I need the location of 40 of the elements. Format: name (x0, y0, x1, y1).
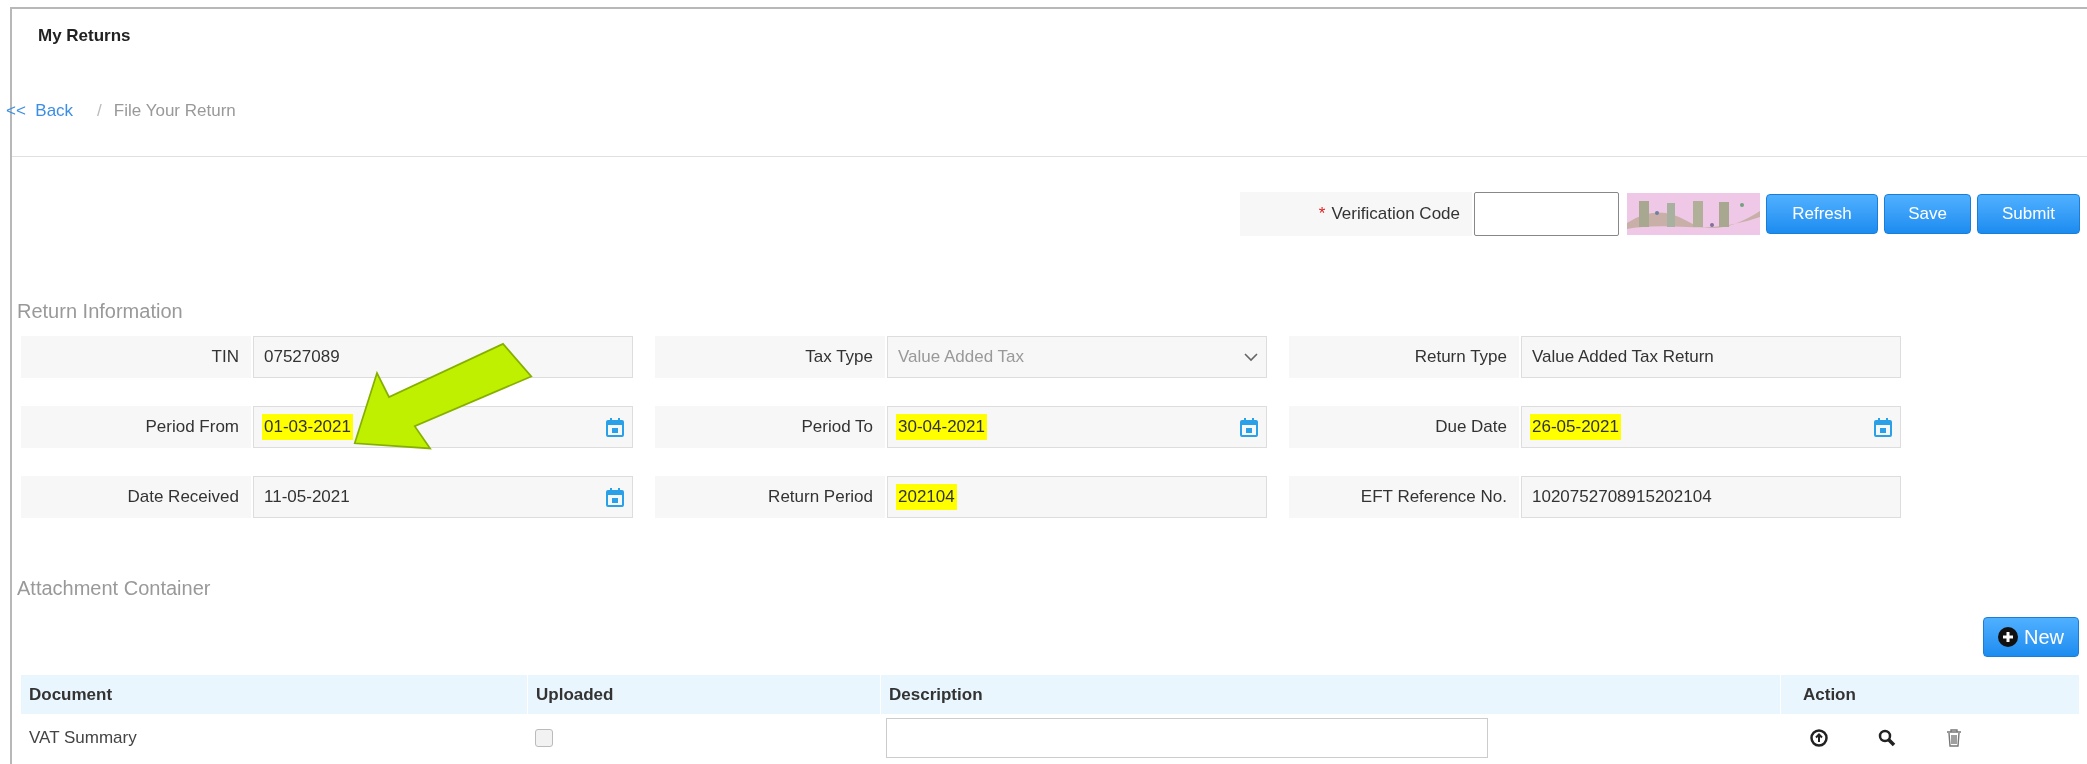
column-header: Description (880, 675, 1780, 714)
date-field[interactable]: 30-04-2021 (887, 406, 1267, 448)
input-field[interactable]: 202104 (887, 476, 1267, 518)
field-label: Return Period (655, 476, 885, 518)
back-link[interactable]: << Back (6, 97, 74, 124)
field-label: Period From (21, 406, 251, 448)
column-header: Action (1780, 675, 2079, 714)
field-label: Tax Type (655, 336, 885, 378)
calendar-icon (606, 487, 624, 507)
chevron-down-icon (1244, 352, 1258, 362)
input-field[interactable]: Value Added Tax Return (1521, 336, 1901, 378)
table-cell-text: VAT Summary (28, 727, 138, 750)
page-title: My Returns (38, 26, 131, 45)
trash-icon[interactable] (1946, 729, 1962, 747)
field-label: Period To (655, 406, 885, 448)
field-label: TIN (21, 336, 251, 378)
field-label: Verification Code (1331, 203, 1460, 226)
calendar-icon (1874, 417, 1892, 437)
required-mark: * (1318, 203, 1326, 226)
upload-icon[interactable] (1810, 729, 1828, 747)
input-field[interactable]: 1020752708915202104 (1521, 476, 1901, 518)
calendar-icon (606, 417, 624, 437)
field-label: Date Received (21, 476, 251, 518)
section-title: Return Information (17, 300, 183, 322)
column-header: Document (28, 683, 114, 706)
description-field[interactable] (886, 718, 1488, 758)
plus-circle-icon (1998, 627, 2018, 647)
field-label: EFT Reference No. (1289, 476, 1519, 518)
date-field[interactable]: 26-05-2021 (1521, 406, 1901, 448)
section-title: Attachment Container (17, 577, 211, 599)
verification-code-field[interactable] (1474, 192, 1619, 236)
calendar-icon (1240, 417, 1258, 437)
field-label: Return Type (1289, 336, 1519, 378)
column-header: Uploaded (527, 675, 880, 714)
breadcrumb-current: File Your Return (113, 99, 236, 122)
field-label: Due Date (1289, 406, 1519, 448)
breadcrumb-separator: / (97, 99, 102, 122)
search-icon[interactable] (1878, 729, 1896, 747)
date-field[interactable]: 11-05-2021 (253, 476, 633, 518)
upload-checkbox[interactable] (535, 729, 553, 747)
